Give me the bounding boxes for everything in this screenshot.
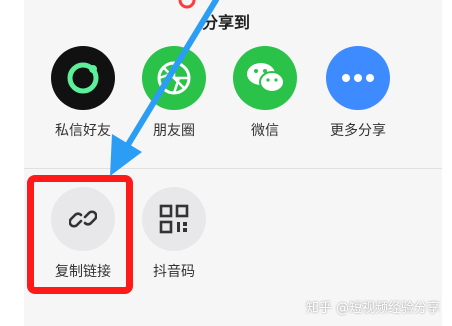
highlight-box: [27, 175, 133, 294]
left-edge: [0, 0, 25, 326]
share-wechat-moments[interactable]: 朋友圈: [134, 46, 214, 140]
more-share-icon: [326, 46, 390, 110]
share-private-message-label: 私信好友: [55, 123, 111, 139]
qrcode-icon: [142, 187, 206, 251]
share-private-message[interactable]: 私信好友: [43, 46, 123, 140]
share-more-label: 更多分享: [330, 123, 386, 139]
share-douyin-code-label: 抖音码: [153, 264, 195, 280]
share-douyin-code[interactable]: 抖音码: [134, 187, 214, 281]
wechat-moments-icon: [142, 46, 206, 110]
share-more[interactable]: 更多分享: [318, 46, 398, 140]
share-wechat-moments-label: 朋友圈: [153, 123, 195, 139]
share-wechat[interactable]: 微信: [225, 46, 305, 140]
row-divider: [24, 168, 442, 169]
private-message-icon: [51, 46, 115, 110]
share-wechat-label: 微信: [251, 123, 279, 139]
watermark: 知乎 @短视频经验分享: [305, 301, 440, 316]
share-title: 分享到: [201, 13, 250, 32]
wechat-icon: [233, 46, 297, 110]
